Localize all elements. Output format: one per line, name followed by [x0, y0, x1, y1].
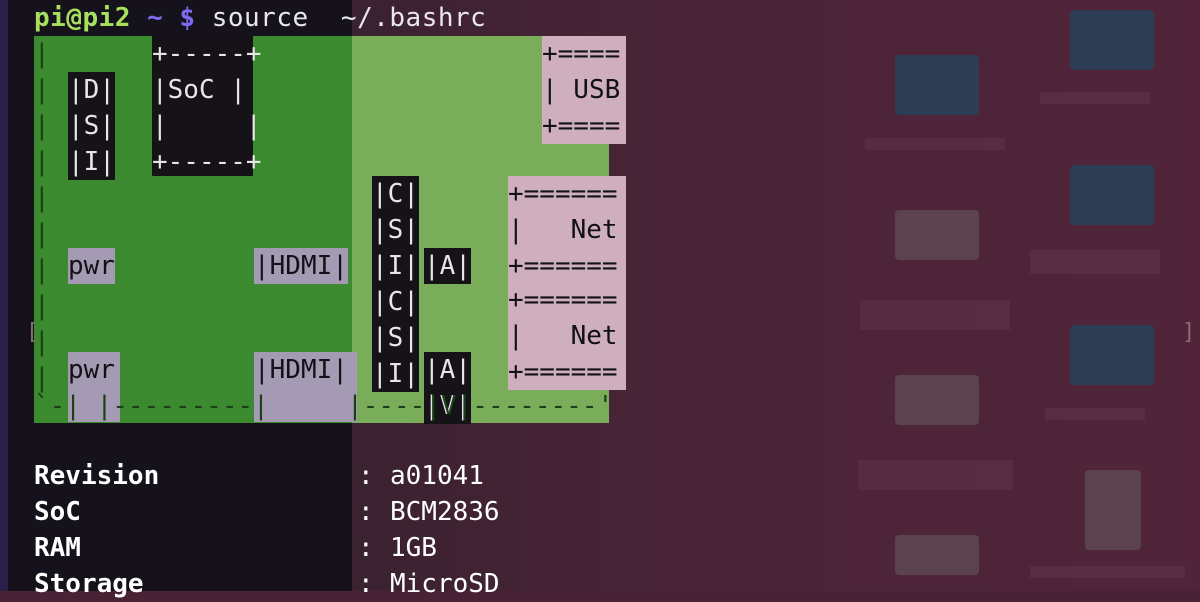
command-line: pi@pi2 ~ $ source ~/.bashrc — [34, 0, 486, 36]
desktop-icon-label — [860, 300, 1010, 330]
network-port-1: +====== | Net +====== — [508, 176, 626, 284]
window-left-edge — [0, 0, 8, 591]
hdmi-port-1: |HDMI| — [254, 248, 348, 284]
info-key: RAM — [34, 533, 81, 563]
prompt-user-host: pi@pi2 — [34, 3, 131, 33]
desktop-file-icon[interactable] — [895, 375, 979, 425]
info-value: BCM2836 — [390, 497, 500, 527]
desktop-folder-icon[interactable] — [1070, 165, 1154, 225]
desktop-icon-label — [1040, 92, 1150, 104]
desktop-icon-label — [1030, 250, 1160, 274]
info-value: MicroSD — [390, 569, 500, 599]
desktop-icon-label — [1045, 408, 1145, 420]
board-bottom-border: `-| |---------| |----|V|--------' — [34, 391, 614, 421]
info-value: a01041 — [390, 461, 484, 491]
desktop-folder-icon[interactable] — [1070, 10, 1154, 70]
power-port-1: pwr — [68, 248, 115, 284]
board-left-border: | | | | | | | | | | — [34, 39, 50, 393]
desktop-icon-label — [1030, 566, 1185, 578]
info-value: 1GB — [390, 533, 437, 563]
audio-port-1: |A| — [424, 248, 471, 284]
desktop-file-icon[interactable] — [895, 535, 979, 575]
desktop-icon-label — [858, 460, 1013, 490]
csi-connector: |C| |S| |I| |C| |S| |I| — [372, 176, 419, 392]
network-port-2: +====== | Net +====== — [508, 282, 626, 390]
prompt-symbol: $ — [179, 3, 196, 33]
dsi-connector: |D| |S| |I| — [68, 72, 115, 180]
usb-port: +==== | USB +==== — [542, 36, 626, 144]
right-bracket: ] — [1182, 320, 1196, 345]
soc-chip: +-----+ |SoC | | | +-----+ — [152, 36, 262, 177]
desktop-file-icon[interactable] — [1085, 470, 1141, 550]
desktop-folder-icon[interactable] — [1070, 325, 1154, 385]
info-key: Storage — [34, 569, 144, 599]
command-text: source ~/.bashrc — [211, 3, 487, 33]
info-key: Revision — [34, 461, 160, 491]
desktop-folder-icon[interactable] — [895, 55, 979, 115]
info-key: SoC — [34, 497, 81, 527]
desktop-icon-label — [865, 138, 1005, 150]
prompt-directory: ~ — [147, 3, 164, 33]
desktop-file-icon[interactable] — [895, 210, 979, 260]
